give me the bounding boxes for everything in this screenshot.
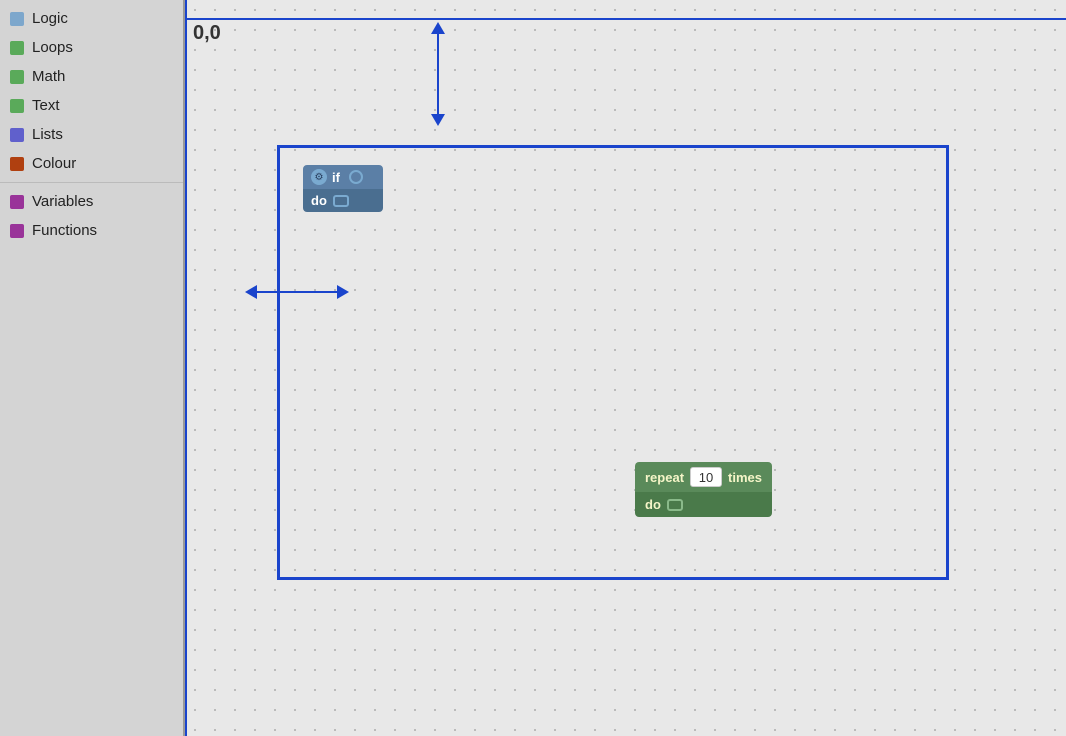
sidebar-divider: [0, 182, 183, 183]
if-label: if: [332, 170, 340, 185]
text-color-dot: [10, 99, 24, 113]
gear-icon[interactable]: ⚙: [311, 169, 327, 185]
sidebar-item-logic[interactable]: Logic: [0, 4, 183, 33]
if-block-top: ⚙ if: [303, 165, 383, 189]
sidebar-item-math[interactable]: Math: [0, 62, 183, 91]
horizontal-arrow: [245, 285, 349, 299]
if-block[interactable]: ⚙ if do: [303, 165, 383, 212]
sidebar-item-label-lists: Lists: [32, 126, 63, 143]
sidebar-item-label-text: Text: [32, 97, 60, 114]
vertical-arrow: [431, 22, 445, 126]
sidebar-item-label-colour: Colour: [32, 155, 76, 172]
if-do-notch: [333, 195, 349, 207]
repeat-do-label: do: [645, 497, 661, 512]
repeat-label: repeat: [645, 470, 684, 485]
horizontal-arrow-line: [257, 291, 337, 293]
lists-color-dot: [10, 128, 24, 142]
sidebar-item-label-math: Math: [32, 68, 65, 85]
variables-color-dot: [10, 195, 24, 209]
sidebar-item-label-functions: Functions: [32, 222, 97, 239]
vertical-axis-line: [185, 0, 187, 736]
arrowhead-right-icon: [337, 285, 349, 299]
sidebar-item-variables[interactable]: Variables: [0, 187, 183, 216]
logic-color-dot: [10, 12, 24, 26]
sidebar-item-functions[interactable]: Functions: [0, 216, 183, 245]
arrowhead-left-icon: [245, 285, 257, 299]
times-label: times: [728, 470, 762, 485]
repeat-do-notch: [667, 499, 683, 511]
repeat-block-top: repeat 10 times: [635, 462, 772, 492]
vertical-arrow-line: [437, 34, 439, 114]
sidebar-item-label-loops: Loops: [32, 39, 73, 56]
repeat-times-input[interactable]: 10: [690, 467, 722, 487]
arrowhead-up-icon: [431, 22, 445, 34]
if-do-label: do: [311, 193, 327, 208]
coords-label: 0,0: [193, 22, 221, 45]
sidebar-item-label-variables: Variables: [32, 193, 93, 210]
if-block-bottom: do: [303, 189, 383, 212]
sidebar-item-loops[interactable]: Loops: [0, 33, 183, 62]
arrowhead-down-icon: [431, 114, 445, 126]
math-color-dot: [10, 70, 24, 84]
repeat-block[interactable]: repeat 10 times do: [635, 462, 772, 517]
colour-color-dot: [10, 157, 24, 171]
sidebar-item-colour[interactable]: Colour: [0, 149, 183, 178]
if-condition-notch: [349, 170, 363, 184]
functions-color-dot: [10, 224, 24, 238]
repeat-block-bottom: do: [635, 492, 772, 517]
horizontal-axis-line: [185, 18, 1066, 20]
sidebar-item-lists[interactable]: Lists: [0, 120, 183, 149]
canvas-area[interactable]: 0,0 ⚙ if do repeat: [185, 0, 1066, 736]
loops-color-dot: [10, 41, 24, 55]
sidebar: Logic Loops Math Text Lists Colour Varia…: [0, 0, 185, 736]
sidebar-item-label-logic: Logic: [32, 10, 68, 27]
sidebar-item-text[interactable]: Text: [0, 91, 183, 120]
